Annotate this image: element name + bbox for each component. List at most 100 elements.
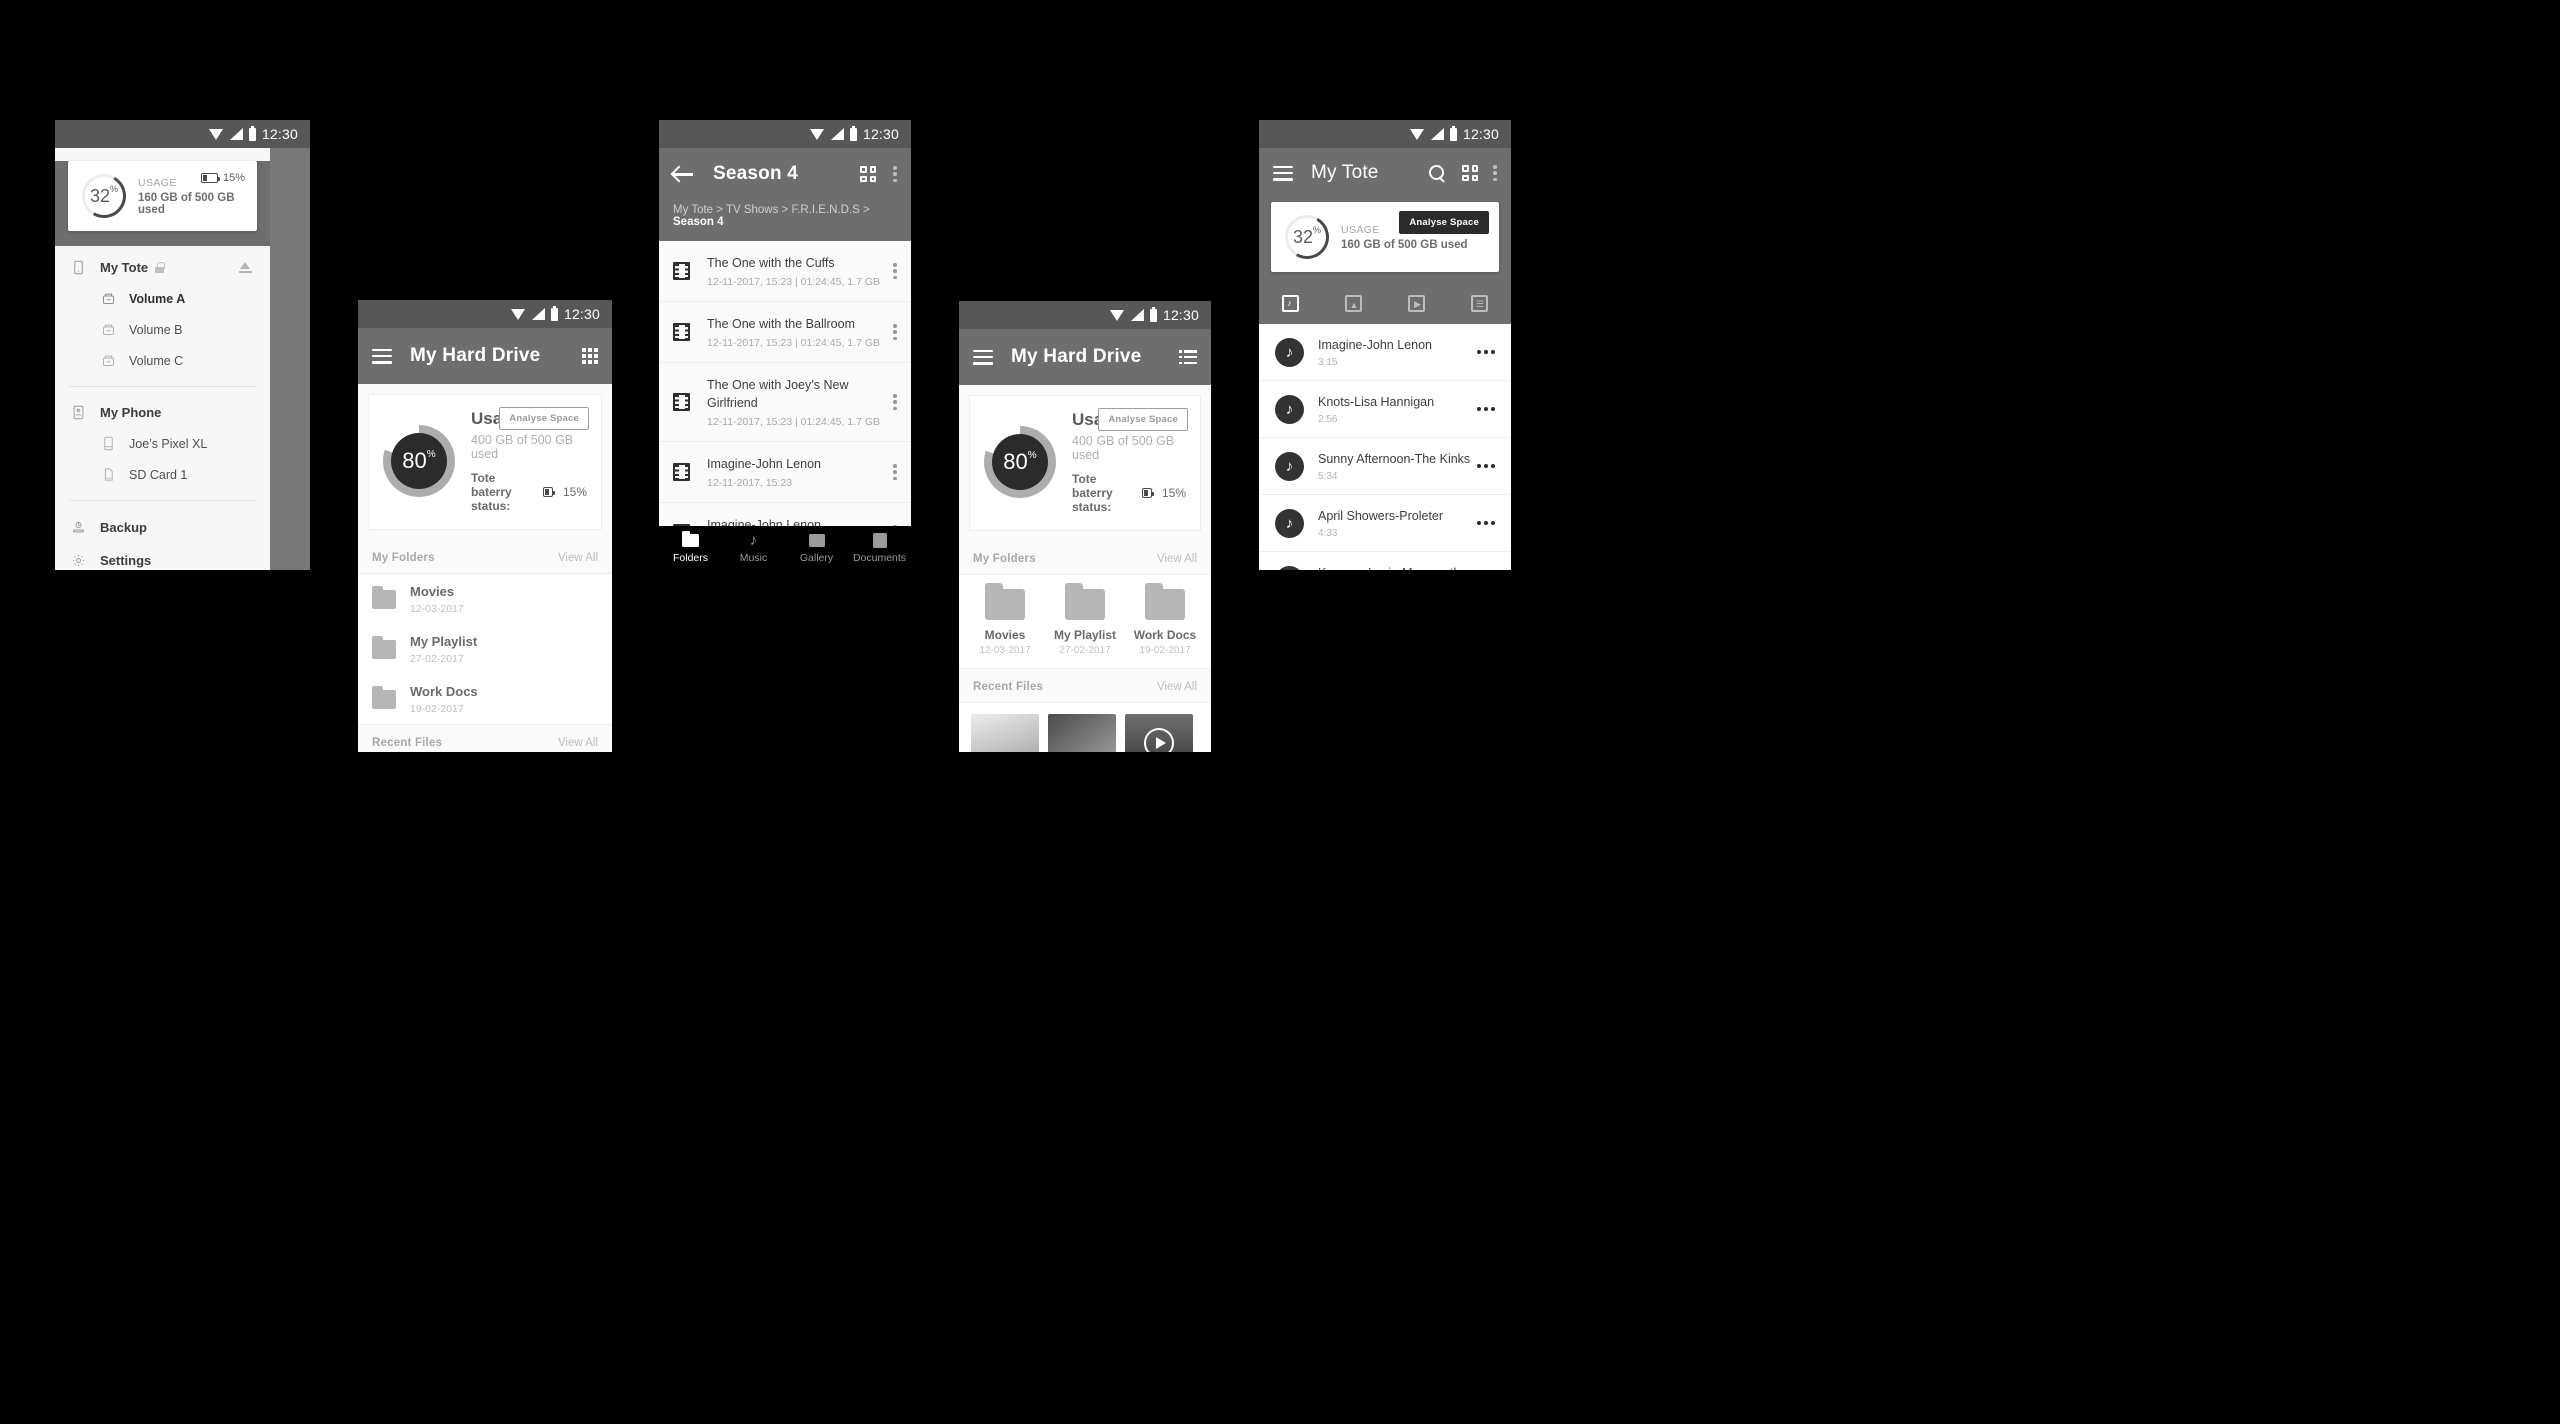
file-name: The One with the Cuffs: [707, 256, 835, 270]
section-header-my-folders: My Folders View All: [358, 540, 612, 573]
divider: [69, 500, 256, 501]
sidebar-item-my-phone[interactable]: My Phone: [55, 397, 270, 428]
list-item[interactable]: Work Docs 19-02-2017: [358, 674, 612, 724]
analyse-space-button[interactable]: Analyse Space: [1098, 408, 1188, 431]
folder-name: Movies: [984, 628, 1026, 642]
sidebar-item-volume-a[interactable]: Volume A: [55, 283, 270, 314]
lock-icon: [155, 262, 165, 273]
sidebar-item-label: My Phone: [100, 405, 162, 420]
hamburger-icon[interactable]: [1273, 165, 1293, 181]
search-icon[interactable]: [1429, 164, 1446, 182]
sidebar-item-label: Volume A: [129, 291, 186, 306]
sidebar-item-volume-b[interactable]: Volume B: [55, 314, 270, 345]
file-meta: 12-11-2017, 15:23 | 01:24:45, 1.7 GB: [707, 276, 880, 288]
view-all-link[interactable]: View All: [558, 737, 598, 749]
tab-documents[interactable]: Documents: [848, 532, 911, 564]
apps-grid-icon[interactable]: [582, 348, 598, 364]
tab-gallery[interactable]: Gallery: [785, 533, 848, 564]
sidebar-item-label: Backup: [100, 520, 147, 535]
phone-icon: [101, 436, 116, 451]
track-title: April Showers-Proleter: [1318, 509, 1444, 523]
status-bar: 12:30: [659, 120, 911, 148]
sidebar-item-settings[interactable]: Settings: [55, 544, 270, 570]
analyse-space-button[interactable]: Analyse Space: [1399, 211, 1489, 234]
sidebar-item-backup[interactable]: Backup: [55, 511, 270, 544]
overflow-menu-icon[interactable]: [1477, 407, 1495, 411]
thumbnail[interactable]: 5 days ago: [1048, 714, 1116, 752]
hamburger-icon[interactable]: [372, 348, 392, 364]
document-stack-icon: ☰: [1469, 292, 1490, 314]
drawer-header: 32% USAGE 160 GB of 500 GB used 15%: [55, 161, 270, 246]
eject-icon[interactable]: [239, 262, 252, 273]
view-all-link[interactable]: View All: [558, 552, 598, 564]
overflow-menu-icon[interactable]: [893, 394, 897, 410]
grid-item[interactable]: Movies 12-03-2017: [965, 583, 1044, 656]
battery-level-icon: [1141, 488, 1155, 498]
page-title: My Hard Drive: [410, 345, 541, 366]
drawer-scrim[interactable]: [270, 148, 310, 570]
list-item[interactable]: ♪ Imagine-John Lenon 3:15: [1259, 324, 1511, 381]
view-all-link[interactable]: View All: [1157, 681, 1197, 693]
thumbnail-video[interactable]: 11 days ago: [1125, 714, 1193, 752]
file-name: Imagine-John Lenon: [707, 457, 821, 471]
grid-item[interactable]: My Playlist 27-02-2017: [1045, 583, 1124, 656]
file-meta: 12-11-2017, 15:23 | 01:24:45, 1.7 GB: [707, 416, 880, 428]
overflow-menu-icon[interactable]: [893, 263, 897, 279]
grid-item[interactable]: Work Docs 19-02-2017: [1125, 583, 1204, 656]
panel-my-hard-drive-list: 12:30 My Hard Drive 80% Usage 400 GB of …: [358, 300, 612, 752]
section-header-my-folders: My Folders View All: [959, 541, 1211, 574]
overflow-menu-icon[interactable]: [1477, 350, 1495, 354]
tab-photos[interactable]: ▲: [1322, 282, 1385, 324]
breadcrumb-trail[interactable]: My Tote > TV Shows > F.R.I.E.N.D.S >: [673, 204, 870, 216]
section-header-recent-files: Recent Files View All: [959, 669, 1211, 702]
list-item[interactable]: ♪ April Showers-Proleter 4:33: [1259, 495, 1511, 552]
app-bar: My Tote: [1259, 148, 1511, 198]
overflow-menu-icon[interactable]: [893, 324, 897, 340]
track-duration: 2:56: [1318, 414, 1338, 425]
list-item[interactable]: ♪ Sunny Afternoon-The Kinks 5:34: [1259, 438, 1511, 495]
tab-folders[interactable]: Folders: [659, 530, 722, 564]
overflow-menu-icon[interactable]: [1493, 165, 1497, 181]
table-row[interactable]: The One with Joey’s New Girlfriend 12-11…: [659, 363, 911, 442]
arrow-back-icon[interactable]: [673, 165, 695, 183]
table-row[interactable]: The One with the Ballroom 12-11-2017, 15…: [659, 302, 911, 363]
thumbnail[interactable]: 2 days ago: [971, 714, 1039, 752]
table-row[interactable]: Imagine-John Lenon 12-11-2017, 15:23: [659, 442, 911, 503]
usage-detail: 160 GB of 500 GB used: [138, 191, 235, 216]
sidebar-item-joes-pixel-xl[interactable]: Joe’s Pixel XL: [55, 428, 270, 459]
hamburger-icon[interactable]: [973, 349, 993, 365]
drawer-section-my-phone: My Phone Joe’s Pixel XL SD Card 1: [55, 391, 270, 496]
list-item[interactable]: ♪ Knots-Lisa Hannigan 2:56: [1259, 381, 1511, 438]
usage-donut: 80%: [383, 425, 455, 497]
overflow-menu-icon[interactable]: [893, 166, 897, 182]
folder-date: 19-02-2017: [1139, 645, 1191, 656]
sidebar-item-volume-c[interactable]: Volume C: [55, 345, 270, 376]
tab-documents[interactable]: ☰: [1448, 282, 1511, 324]
grid-view-icon[interactable]: [1462, 165, 1478, 181]
overflow-menu-icon[interactable]: [1477, 464, 1495, 468]
usage-detail: 160 GB of 500 GB used: [1341, 238, 1468, 251]
sidebar-item-my-tote[interactable]: My Tote: [55, 252, 270, 283]
analyse-space-button[interactable]: Analyse Space: [499, 407, 589, 430]
list-item[interactable]: Movies 12-03-2017: [358, 574, 612, 624]
sidebar-item-sd-card-1[interactable]: SD Card 1: [55, 459, 270, 490]
tab-videos[interactable]: ▶: [1385, 282, 1448, 324]
list-item[interactable]: My Playlist 27-02-2017: [358, 624, 612, 674]
list-item[interactable]: ♪ Keep on Lovin-Magnus th... 4:33: [1259, 552, 1511, 570]
overflow-menu-icon[interactable]: [893, 464, 897, 480]
grid-view-icon[interactable]: [860, 166, 876, 182]
tab-label: Documents: [852, 551, 907, 564]
folder-date: 19-02-2017: [410, 703, 464, 715]
folder-name: Work Docs: [410, 684, 478, 699]
play-icon: [1144, 728, 1174, 752]
bottom-navigation: Folders ♪ Music Gallery Documents: [659, 526, 911, 570]
table-row[interactable]: The One with the Cuffs 12-11-2017, 15:23…: [659, 241, 911, 302]
tab-music[interactable]: ♪ Music: [722, 533, 785, 564]
usage-percent-symbol: %: [426, 448, 436, 460]
view-all-link[interactable]: View All: [1157, 553, 1197, 565]
tab-music[interactable]: ♪: [1259, 282, 1322, 328]
list-view-icon[interactable]: [1179, 350, 1197, 364]
overflow-menu-icon[interactable]: [1477, 521, 1495, 525]
folder-date: 12-03-2017: [410, 603, 464, 615]
signal-icon: [1130, 309, 1144, 321]
